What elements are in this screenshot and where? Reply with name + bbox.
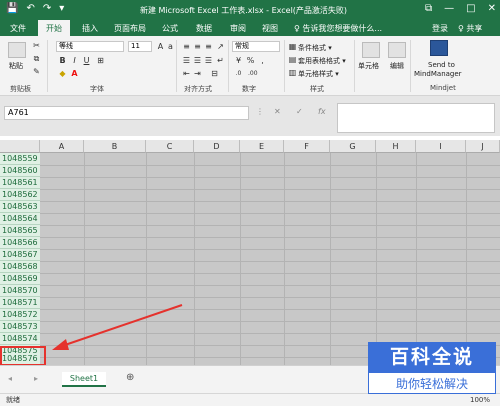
next-sheet-button[interactable]: ▸ xyxy=(34,374,38,383)
watermark-logo: 百科全说 助你轻松解决 xyxy=(368,342,496,398)
watermark-subtitle: 助你轻松解决 xyxy=(368,372,496,394)
arrow-shaft xyxy=(61,304,183,347)
new-sheet-button[interactable]: ⊕ xyxy=(126,372,134,383)
prev-sheet-button[interactable]: ◂ xyxy=(8,374,12,383)
status-ready: 就绪 xyxy=(6,396,20,404)
watermark-title: 百科全说 xyxy=(368,342,496,372)
last-row-highlight xyxy=(0,346,46,366)
sheet-tab-sheet1[interactable]: Sheet1 xyxy=(62,372,106,387)
arrow-head xyxy=(52,339,69,350)
